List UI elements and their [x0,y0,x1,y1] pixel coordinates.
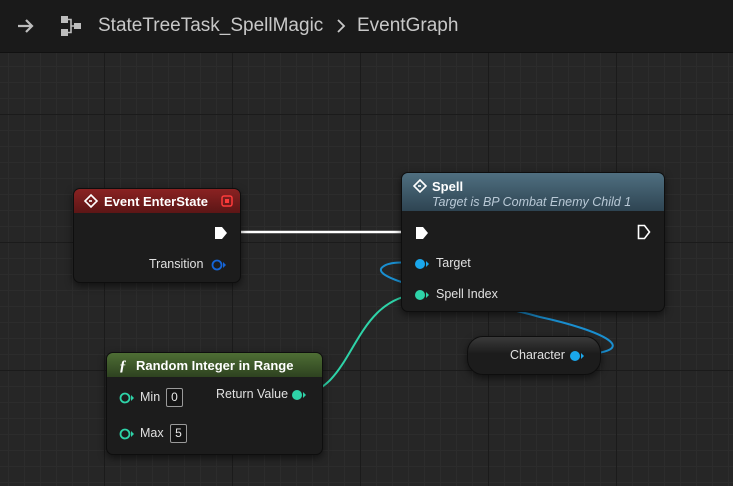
max-value-input[interactable]: 5 [170,424,187,443]
breadcrumb-bar: StateTreeTask_SpellMagic EventGraph [0,0,733,53]
chevron-right-icon [337,19,346,33]
integer-pin-icon[interactable] [414,288,430,302]
function-diamond-icon [412,178,428,194]
character-variable-node[interactable]: Character [467,336,601,375]
integer-pin-icon[interactable] [291,388,307,402]
object-pin-icon[interactable] [414,257,430,271]
delegate-pin-icon[interactable] [221,195,233,207]
return-value-pin-label: Return Value [216,387,289,401]
breadcrumb-graph[interactable]: EventGraph [357,15,458,37]
exec-in-pin-icon[interactable] [415,226,429,240]
event-diamond-icon [83,193,99,209]
integer-pin-icon[interactable] [119,391,135,405]
min-value-input[interactable]: 0 [166,388,183,407]
arrow-right-icon[interactable] [16,16,36,36]
node-subtitle: Target is BP Combat Enemy Child 1 [432,195,632,209]
function-icon: ƒ [119,358,127,374]
breadcrumb-asset[interactable]: StateTreeTask_SpellMagic [98,15,323,37]
transition-pin-label: Transition [149,257,204,271]
spell-node[interactable]: Spell Target is BP Combat Enemy Child 1 … [401,172,665,312]
character-label: Character [510,348,565,362]
min-pin-label: Min [140,390,161,404]
struct-pin-icon[interactable] [211,258,227,272]
max-pin-label: Max [140,426,164,440]
spell-index-pin-label: Spell Index [436,287,498,301]
object-pin-icon[interactable] [569,349,585,363]
target-pin-label: Target [436,256,471,270]
exec-out-pin-icon[interactable] [637,224,651,240]
node-title: Spell [432,179,464,194]
random-integer-node[interactable]: ƒ Random Integer in Range Min 0 Return V… [106,352,323,455]
event-graph-icon [61,16,81,36]
integer-pin-icon[interactable] [119,427,135,441]
node-title: Event EnterState [104,194,209,209]
node-title: Random Integer in Range [136,358,294,373]
event-enter-state-node[interactable]: Event EnterState Transition [73,188,241,283]
exec-out-pin-icon[interactable] [214,226,228,240]
